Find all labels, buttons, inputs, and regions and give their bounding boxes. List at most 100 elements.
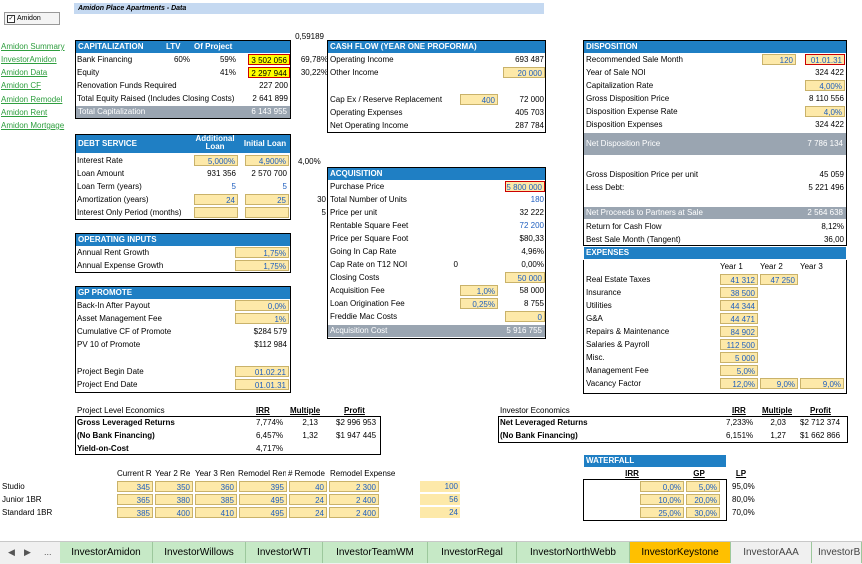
- begin-date-input[interactable]: 01.02.21: [235, 366, 289, 377]
- initial-amort-input[interactable]: 25: [245, 194, 289, 205]
- other-income-input[interactable]: 20 000: [503, 67, 545, 78]
- rent-growth-input[interactable]: 1,75%: [235, 247, 289, 258]
- rent-units[interactable]: 24: [420, 507, 460, 518]
- link-amidon-remodel[interactable]: Amidon Remodel: [1, 94, 73, 105]
- rent-cell[interactable]: 365: [117, 494, 153, 505]
- waterfall-gp[interactable]: 30,0%: [686, 507, 720, 518]
- tab-investor-wti[interactable]: InvestorWTI: [246, 542, 323, 563]
- waterfall-irr[interactable]: 0,0%: [640, 481, 684, 492]
- expense-y1[interactable]: 38 500: [720, 287, 758, 298]
- expense-y3[interactable]: 9,0%: [800, 378, 844, 389]
- rent-units[interactable]: 56: [420, 494, 460, 505]
- tab-investor-b[interactable]: InvestorB: [812, 542, 862, 563]
- disp-expense-rate-input[interactable]: 4,0%: [805, 106, 845, 117]
- rent-cell[interactable]: 410: [195, 507, 237, 518]
- link-investor-amidon[interactable]: InvestorAmidon: [1, 54, 73, 65]
- acq-value[interactable]: 180: [500, 194, 544, 205]
- tab-investor-keystone[interactable]: InvestorKeystone: [630, 542, 731, 563]
- rent-units[interactable]: 100: [420, 481, 460, 492]
- acq-value: 58 000: [519, 286, 544, 295]
- rent-cell[interactable]: 395: [239, 481, 287, 492]
- expense-y1[interactable]: 112 500: [720, 339, 758, 350]
- bank-financing-amount[interactable]: 3 502 056: [248, 54, 290, 65]
- tab-prev-icon[interactable]: ◀: [8, 542, 15, 563]
- inv-irr: 7,233%: [726, 418, 754, 427]
- waterfall-gp-header: GP: [693, 469, 705, 478]
- rent-cell[interactable]: 385: [195, 494, 237, 505]
- acq-value[interactable]: 72 200: [500, 220, 544, 231]
- rent-cell[interactable]: 495: [239, 494, 287, 505]
- expense-y1[interactable]: 44 471: [720, 313, 758, 324]
- additional-amort-input[interactable]: 24: [194, 194, 238, 205]
- link-amidon-mortgage[interactable]: Amidon Mortgage: [1, 120, 73, 131]
- tab-investor-aaa[interactable]: InvestorAAA: [731, 542, 812, 563]
- waterfall-lp-header: LP: [735, 469, 747, 478]
- closing-costs-input[interactable]: 50 000: [505, 272, 545, 283]
- waterfall-irr[interactable]: 10,0%: [640, 494, 684, 505]
- rent-cell[interactable]: 495: [239, 507, 287, 518]
- inv-label: (No Bank Financing): [500, 431, 578, 440]
- amidon-checkbox[interactable]: ✓ Amidon: [4, 12, 60, 25]
- tab-investor-regal[interactable]: InvestorRegal: [428, 542, 517, 563]
- tab-more-icon[interactable]: ...: [44, 542, 52, 563]
- of-project-header: Of Project: [194, 42, 233, 51]
- asset-mgmt-fee-input[interactable]: 1%: [235, 313, 289, 324]
- link-amidon-cf[interactable]: Amidon CF: [1, 80, 73, 91]
- tab-investor-willows[interactable]: InvestorWillows: [153, 542, 246, 563]
- tab-investor-amidon[interactable]: InvestorAmidon: [60, 542, 153, 563]
- expense-y1[interactable]: 84 902: [720, 326, 758, 337]
- link-amidon-summary[interactable]: Amidon Summary: [1, 41, 73, 52]
- capex-input[interactable]: 400: [460, 94, 498, 105]
- rent-cell[interactable]: 345: [117, 481, 153, 492]
- rent-cell[interactable]: 2 300: [329, 481, 379, 492]
- rent-cell[interactable]: 40: [289, 481, 327, 492]
- expense-y1[interactable]: 44 344: [720, 300, 758, 311]
- debt-value[interactable]: 5: [194, 181, 236, 192]
- cap-pp: 30,22%: [300, 68, 328, 77]
- additional-io-input[interactable]: [194, 207, 238, 218]
- tab-investor-northwebb[interactable]: InvestorNorthWebb: [517, 542, 630, 563]
- equity-amount[interactable]: 2 297 944: [248, 67, 290, 78]
- freddie-mac-input[interactable]: 0: [505, 311, 545, 322]
- expense-y1[interactable]: 12,0%: [720, 378, 758, 389]
- expense-y2[interactable]: 9,0%: [760, 378, 798, 389]
- waterfall-irr[interactable]: 25,0%: [640, 507, 684, 518]
- loan-orig-fee-input[interactable]: 0,25%: [460, 298, 498, 309]
- sale-month-input[interactable]: 120: [762, 54, 796, 65]
- expense-y2[interactable]: 47 250: [760, 274, 798, 285]
- waterfall-gp[interactable]: 5,0%: [686, 481, 720, 492]
- rent-cell[interactable]: 2 400: [329, 494, 379, 505]
- expense-growth-input[interactable]: 1,75%: [235, 260, 289, 271]
- expense-y1[interactable]: 41 312: [720, 274, 758, 285]
- rent-cell[interactable]: 380: [155, 494, 193, 505]
- back-in-input[interactable]: 0,0%: [235, 300, 289, 311]
- tab-investor-teamwm[interactable]: InvestorTeamWM: [323, 542, 428, 563]
- acq-label: Acquisition Fee: [330, 286, 385, 295]
- gp-label: Project End Date: [77, 380, 138, 389]
- expense-y1[interactable]: 5,0%: [720, 365, 758, 376]
- additional-rate-input[interactable]: 5,000%: [194, 155, 238, 166]
- cap-rate-input[interactable]: 4,00%: [805, 80, 845, 91]
- waterfall-gp[interactable]: 20,0%: [686, 494, 720, 505]
- waterfall-header: WATERFALL: [584, 455, 726, 467]
- sale-date-input[interactable]: 01.01.31: [805, 54, 845, 65]
- rent-cell[interactable]: 385: [117, 507, 153, 518]
- link-amidon-rent[interactable]: Amidon Rent: [1, 107, 73, 118]
- tab-next-icon[interactable]: ▶: [24, 542, 31, 563]
- rent-cell[interactable]: 400: [155, 507, 193, 518]
- expense-y1[interactable]: 5 000: [720, 352, 758, 363]
- rent-cell[interactable]: 360: [195, 481, 237, 492]
- end-date-input[interactable]: 01.01.31: [235, 379, 289, 390]
- initial-io-input[interactable]: [245, 207, 289, 218]
- rent-cell[interactable]: 2 400: [329, 507, 379, 518]
- rent-cell[interactable]: 350: [155, 481, 193, 492]
- debt-value[interactable]: 5: [245, 181, 287, 192]
- rent-cell[interactable]: 24: [289, 494, 327, 505]
- link-amidon-data[interactable]: Amidon Data: [1, 67, 73, 78]
- rent-header: Year 3 Ren: [195, 469, 235, 478]
- initial-rate-input[interactable]: 4,900%: [245, 155, 289, 166]
- checkbox-box[interactable]: ✓: [7, 15, 15, 23]
- rent-cell[interactable]: 24: [289, 507, 327, 518]
- acq-fee-input[interactable]: 1,0%: [460, 285, 498, 296]
- purchase-price-input[interactable]: 5 800 000: [505, 181, 545, 192]
